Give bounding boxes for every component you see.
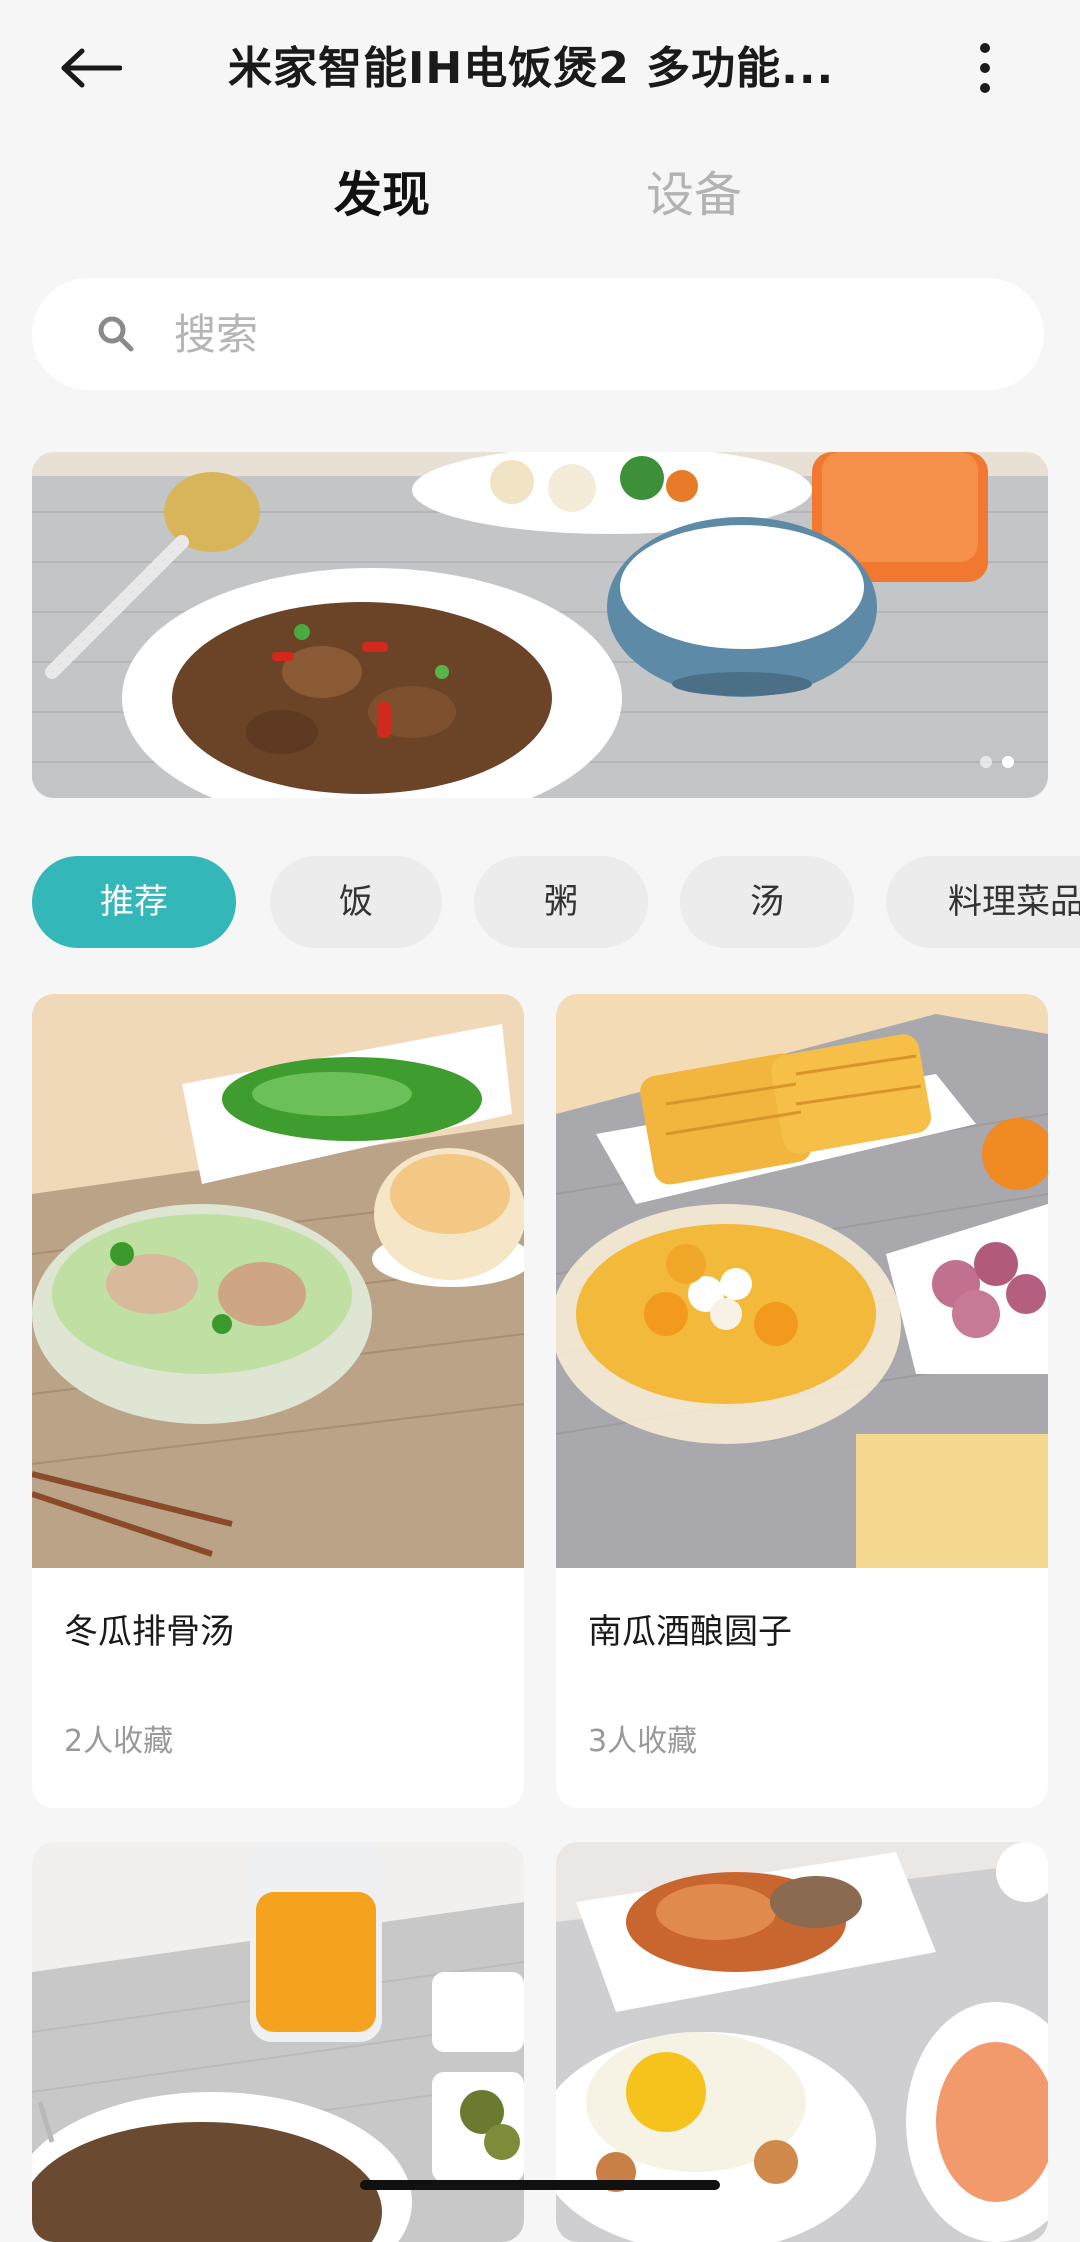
recipe-favorites: 3人收藏	[588, 1724, 698, 1759]
category-recommended[interactable]: 推荐	[32, 856, 236, 948]
search-bar[interactable]	[32, 278, 1044, 390]
promo-banner[interactable]	[32, 452, 1048, 798]
page-title: 米家智能IH电饭煲2 多功能...	[228, 43, 835, 94]
recipe-favorites: 2人收藏	[64, 1724, 174, 1759]
pagination-dot-active	[1002, 756, 1014, 768]
back-arrow-icon	[61, 48, 122, 88]
category-dishes[interactable]: 料理菜品	[886, 856, 1080, 948]
category-rice[interactable]: 饭	[270, 856, 442, 948]
tab-bar: 发现 设备	[0, 150, 1080, 240]
tab-device[interactable]: 设备	[646, 150, 742, 240]
home-indicator[interactable]	[360, 2180, 720, 2190]
banner-pagination	[980, 756, 1014, 768]
back-button[interactable]	[60, 28, 160, 108]
recipe-image	[32, 994, 524, 1568]
recipe-card[interactable]: 南瓜酒酿圆子 3人收藏	[556, 994, 1048, 1808]
search-icon	[98, 316, 134, 352]
tab-discover[interactable]: 发现	[334, 150, 430, 240]
search-input[interactable]	[172, 278, 972, 390]
app-header: 米家智能IH电饭煲2 多功能...	[0, 0, 1080, 130]
recipe-title: 冬瓜排骨汤	[64, 1612, 234, 1652]
more-options-button[interactable]	[950, 28, 1020, 108]
recipe-image	[556, 994, 1048, 1568]
category-soup[interactable]: 汤	[680, 856, 854, 948]
banner-image	[32, 452, 1048, 798]
category-porridge[interactable]: 粥	[474, 856, 648, 948]
recipe-title: 南瓜酒酿圆子	[588, 1612, 792, 1652]
recipe-card[interactable]: 冬瓜排骨汤 2人收藏	[32, 994, 524, 1808]
pagination-dot	[980, 756, 992, 768]
category-chips: 推荐 饭 粥 汤 料理菜品	[0, 852, 1080, 952]
more-vertical-icon	[980, 43, 990, 93]
